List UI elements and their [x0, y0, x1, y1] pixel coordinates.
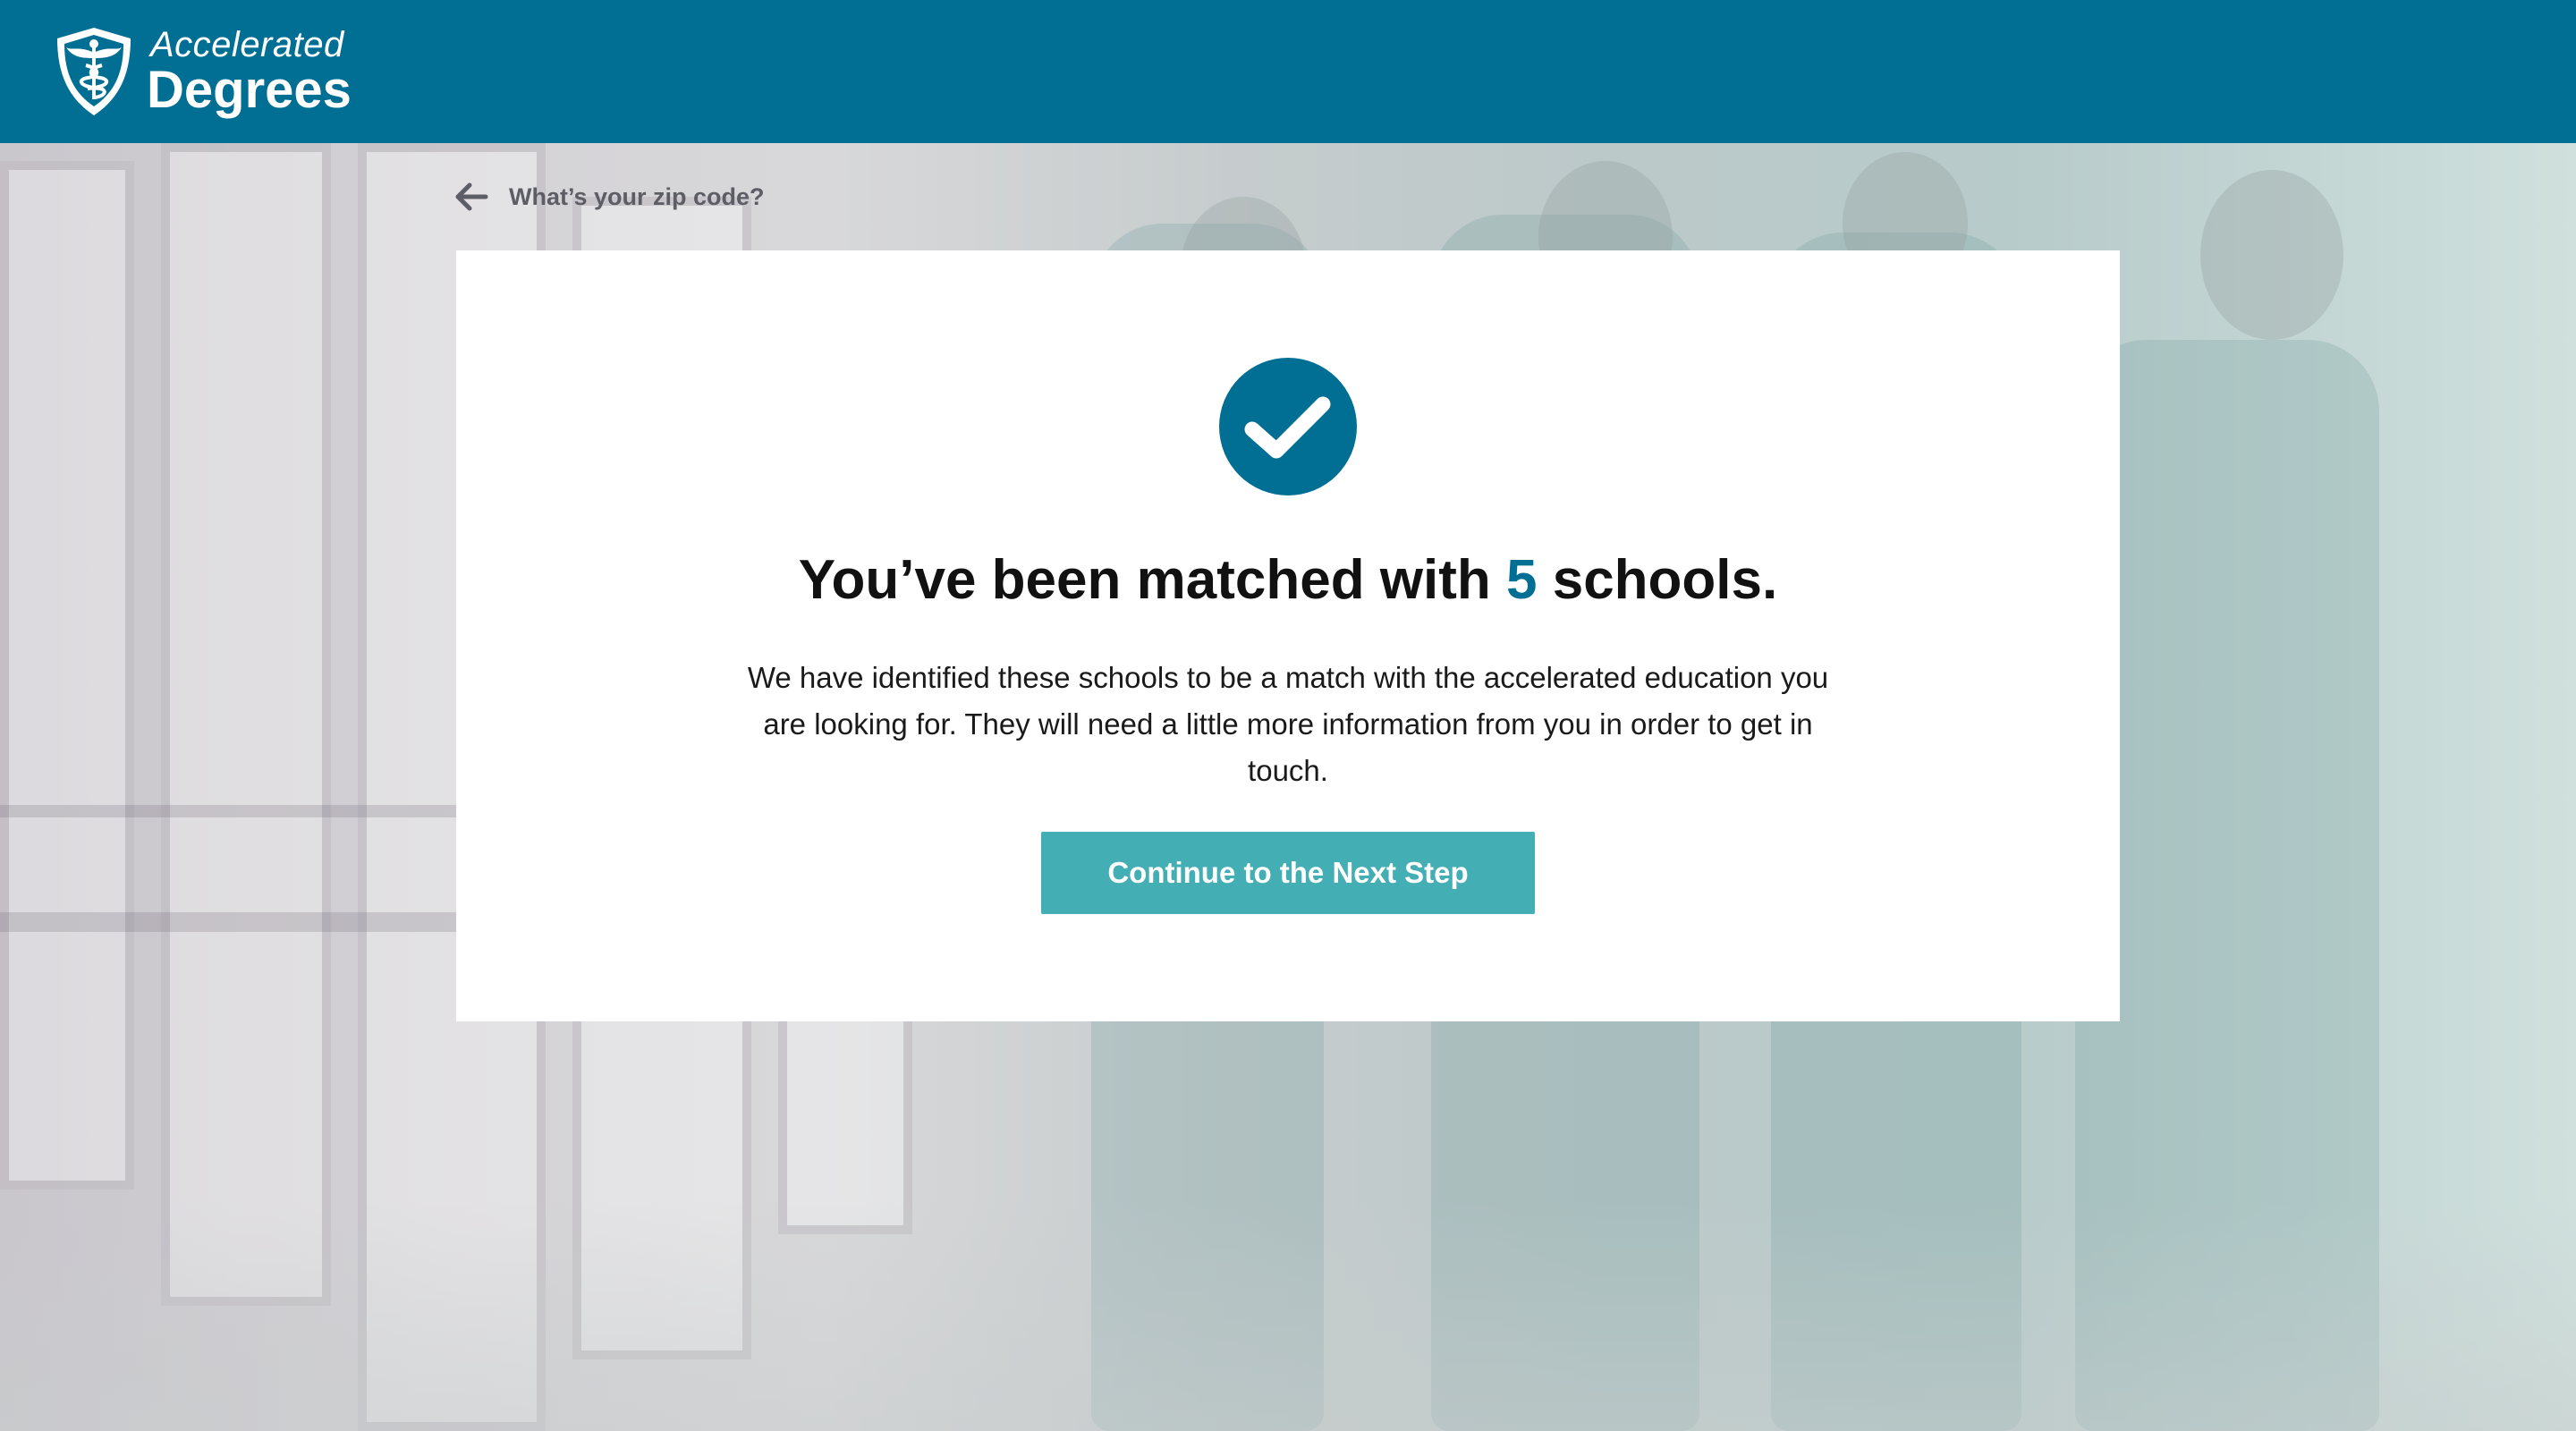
checkmark-icon	[1244, 396, 1331, 459]
back-link-label: What’s your zip code?	[509, 182, 765, 210]
checkmark-circle-icon	[1219, 358, 1357, 495]
background-person-head	[2200, 170, 2343, 340]
continue-next-step-button[interactable]: Continue to the Next Step	[1041, 832, 1535, 914]
background-window	[161, 143, 331, 1306]
arrow-left-icon	[455, 182, 488, 211]
site-header: Accelerated Degrees	[0, 0, 2576, 143]
match-count: 5	[1506, 549, 1538, 611]
logo-text-top: Accelerated	[150, 25, 344, 64]
logo-wordmark: Accelerated Degrees	[147, 27, 352, 116]
match-description: We have identified these schools to be a…	[747, 661, 1829, 787]
background-window	[0, 161, 134, 1190]
caduceus-shield-icon	[57, 28, 131, 115]
headline-prefix: You’ve been matched with	[798, 549, 1506, 611]
match-result-card: You’ve been matched with 5 schools. We h…	[456, 250, 2120, 1021]
background-floor	[0, 1198, 2576, 1431]
headline-suffix: schools.	[1537, 549, 1778, 611]
back-link[interactable]: What’s your zip code?	[452, 175, 765, 218]
accelerated-degrees-logo[interactable]: Accelerated Degrees	[54, 25, 352, 118]
logo-text-bottom: Degrees	[147, 61, 352, 119]
match-headline: You’ve been matched with 5 schools.	[456, 547, 2120, 614]
background-window-sill	[0, 912, 465, 932]
background-window-sill	[0, 805, 465, 817]
